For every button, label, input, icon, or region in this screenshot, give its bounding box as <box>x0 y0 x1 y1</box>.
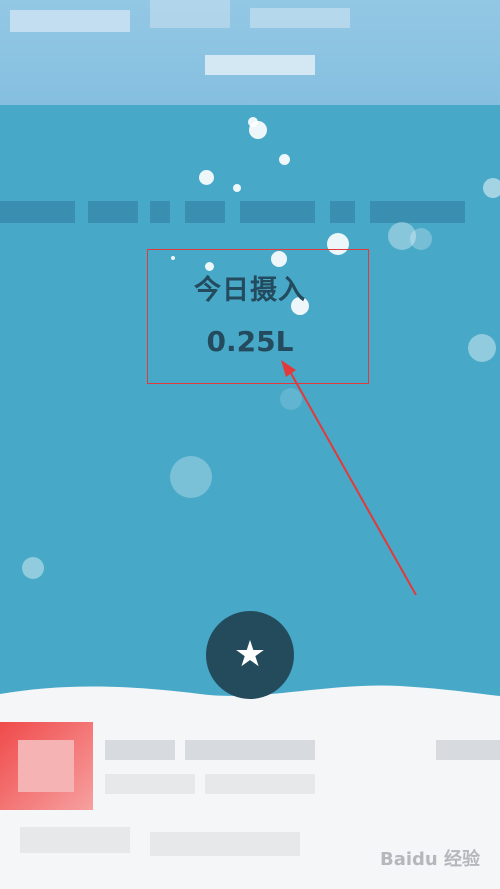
bubble <box>279 154 290 165</box>
favorite-button[interactable]: ★ <box>206 611 294 699</box>
top-banner-blurred <box>0 0 500 105</box>
app-screen: 今日摄入 0.25L ★ Baidu 经验 <box>0 0 500 889</box>
bubble <box>199 170 214 185</box>
bubble <box>483 178 500 198</box>
blurred-strip <box>0 201 500 223</box>
star-icon: ★ <box>233 634 267 675</box>
watermark: Baidu 经验 <box>379 849 480 870</box>
blurred-text <box>150 832 300 856</box>
blurred-ad-thumbnail <box>0 722 93 810</box>
today-intake-label: 今日摄入 <box>194 275 306 306</box>
blurred-block <box>205 55 315 75</box>
bubble <box>170 456 212 498</box>
bubble <box>22 557 44 579</box>
blurred-block <box>10 10 130 32</box>
blurred-block <box>250 8 350 28</box>
today-intake-value: 0.25L <box>206 325 294 358</box>
blurred-text <box>185 740 315 760</box>
bubble <box>410 228 432 250</box>
bubble <box>249 121 267 139</box>
blurred-block <box>150 0 230 28</box>
blurred-text <box>436 740 500 760</box>
blurred-text <box>205 774 315 794</box>
blurred-text <box>20 827 130 853</box>
bubble <box>233 184 241 192</box>
bottom-panel-blurred: Baidu 经验 <box>0 722 500 889</box>
bubble <box>280 388 302 410</box>
blurred-text <box>105 740 175 760</box>
blurred-text <box>105 774 195 794</box>
